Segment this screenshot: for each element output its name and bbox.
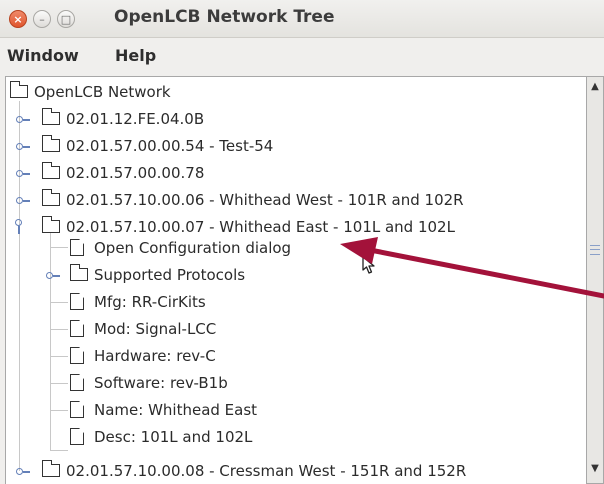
tree-child-label: Open Configuration dialog [94, 239, 292, 257]
document-icon [70, 401, 84, 418]
tree-node-label: 02.01.57.00.00.78 [66, 164, 205, 182]
tree-node[interactable]: 02.01.57.10.00.06 - Whithead West - 101R… [10, 187, 570, 213]
close-icon: × [13, 12, 23, 26]
document-icon [70, 320, 84, 337]
document-icon [70, 428, 84, 445]
folder-icon [41, 460, 60, 477]
tree-child[interactable]: Hardware: rev-C [70, 343, 570, 369]
tree-connector [50, 302, 68, 303]
mouse-pointer-icon [362, 256, 375, 274]
collapse-handle-icon[interactable] [12, 218, 26, 234]
tree-child[interactable]: Name: Whithead East [70, 397, 570, 423]
vertical-scrollbar[interactable]: ▲ ▼ [587, 76, 604, 484]
tree-child[interactable]: Software: rev-B1b [70, 370, 570, 396]
maximize-icon: □ [60, 12, 72, 26]
network-tree[interactable]: OpenLCB Network 02.01.12.FE.04.0B 02.01.… [5, 76, 587, 484]
tree-child[interactable]: Mfg: RR-CirKits [70, 289, 570, 315]
folder-open-icon [41, 216, 60, 233]
tree-node[interactable]: 02.01.57.00.00.78 [10, 160, 570, 186]
expand-handle-icon[interactable] [45, 268, 60, 282]
tree-child[interactable]: Desc: 101L and 102L [70, 424, 570, 450]
minimize-icon: – [39, 12, 45, 26]
tree-child-open-configuration[interactable]: Open Configuration dialog [70, 235, 570, 261]
scroll-thumb-grip-icon[interactable] [590, 245, 600, 255]
tree-connector [50, 383, 68, 384]
folder-icon [41, 162, 60, 179]
tree-child-label: Supported Protocols [94, 266, 246, 284]
tree-node-label: 02.01.57.10.00.06 - Whithead West - 101R… [66, 191, 464, 209]
tree-node-label: 02.01.57.10.00.08 - Cressman West - 151R… [66, 462, 467, 480]
tree-connector [50, 247, 68, 248]
tree-child-label: Name: Whithead East [94, 401, 258, 419]
title-bar[interactable]: × – □ OpenLCB Network Tree [0, 0, 604, 38]
tree-child[interactable]: Mod: Signal-LCC [70, 316, 570, 342]
tree-root-label: OpenLCB Network [34, 83, 171, 101]
expand-handle-icon[interactable] [15, 193, 30, 207]
tree-child-label: Software: rev-B1b [94, 374, 228, 392]
tree-node[interactable]: 02.01.12.FE.04.0B [10, 106, 570, 132]
document-icon [70, 239, 84, 256]
minimize-window-button[interactable]: – [33, 10, 51, 28]
expand-handle-icon[interactable] [15, 139, 30, 153]
window-title: OpenLCB Network Tree [114, 7, 335, 27]
tree-node-label: 02.01.12.FE.04.0B [66, 110, 205, 128]
tree-connector [50, 356, 68, 357]
folder-icon [69, 264, 88, 281]
tree-node[interactable]: 02.01.57.10.00.08 - Cressman West - 151R… [10, 458, 570, 484]
folder-icon [9, 81, 28, 98]
close-window-button[interactable]: × [9, 10, 27, 28]
tree-connector [50, 329, 68, 330]
folder-icon [41, 108, 60, 125]
maximize-window-button[interactable]: □ [57, 10, 75, 28]
folder-icon [41, 189, 60, 206]
tree-node[interactable]: 02.01.57.00.00.54 - Test-54 [10, 133, 570, 159]
tree-connector [50, 410, 68, 411]
menu-help[interactable]: Help [115, 46, 156, 65]
scroll-up-arrow-icon[interactable]: ▲ [589, 81, 601, 93]
expand-handle-icon[interactable] [15, 112, 30, 126]
tree-root[interactable]: OpenLCB Network [9, 79, 570, 105]
tree-connector [50, 450, 68, 451]
document-icon [70, 293, 84, 310]
tree-child-supported-protocols[interactable]: Supported Protocols [40, 262, 570, 288]
document-icon [70, 374, 84, 391]
menu-window[interactable]: Window [7, 46, 79, 65]
document-icon [70, 347, 84, 364]
expand-handle-icon[interactable] [15, 464, 30, 478]
scroll-down-arrow-icon[interactable]: ▼ [589, 463, 601, 475]
tree-child-label: Mfg: RR-CirKits [94, 293, 206, 311]
tree-node-label: 02.01.57.00.00.54 - Test-54 [66, 137, 274, 155]
tree-child-label: Mod: Signal-LCC [94, 320, 217, 338]
expand-handle-icon[interactable] [15, 166, 30, 180]
tree-child-label: Hardware: rev-C [94, 347, 216, 365]
menu-bar: Window Help [0, 38, 604, 72]
folder-icon [41, 135, 60, 152]
tree-child-label: Desc: 101L and 102L [94, 428, 253, 446]
